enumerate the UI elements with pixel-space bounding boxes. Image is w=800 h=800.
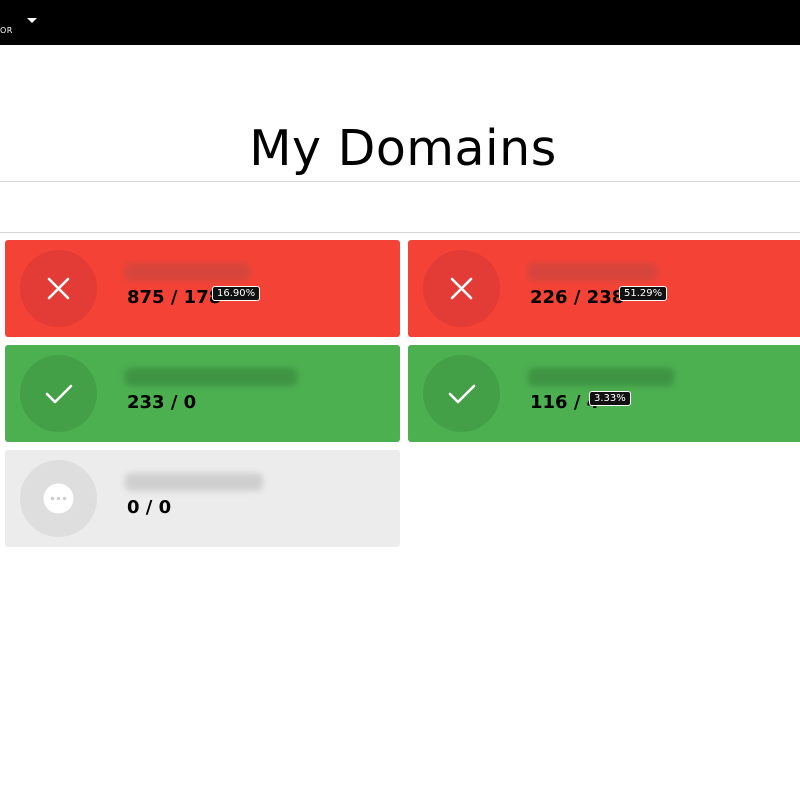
close-icon bbox=[450, 277, 473, 300]
domain-name-redacted bbox=[125, 263, 250, 281]
check-icon bbox=[45, 384, 73, 404]
account-menu-label[interactable]: OR bbox=[0, 26, 13, 35]
more-icon bbox=[43, 483, 74, 514]
caret-down-icon[interactable] bbox=[27, 18, 37, 23]
domain-name-redacted bbox=[528, 263, 658, 281]
percent-badge: 51.29% bbox=[619, 286, 668, 301]
domain-count: 875 / 178 bbox=[127, 287, 222, 308]
domain-count: 0 / 0 bbox=[127, 497, 172, 518]
top-bar: OR bbox=[0, 0, 800, 45]
domain-card[interactable]: 233 / 0 bbox=[5, 345, 400, 442]
status-circle bbox=[423, 250, 500, 327]
close-icon bbox=[47, 277, 70, 300]
page-title: My Domains bbox=[249, 119, 557, 177]
status-circle bbox=[20, 460, 97, 537]
status-circle bbox=[20, 355, 97, 432]
domain-name-redacted bbox=[125, 368, 297, 386]
domain-name-redacted bbox=[528, 368, 674, 386]
percent-badge: 16.90% bbox=[212, 286, 261, 301]
percent-badge: 3.33% bbox=[589, 391, 631, 406]
check-icon bbox=[448, 384, 476, 404]
divider bbox=[0, 181, 800, 182]
domain-card[interactable]: 875 / 178 16.90% bbox=[5, 240, 400, 337]
domain-card[interactable]: 0 / 0 bbox=[5, 450, 400, 547]
status-circle bbox=[423, 355, 500, 432]
divider bbox=[0, 232, 800, 233]
domain-card[interactable]: 116 / 4 3.33% bbox=[408, 345, 800, 442]
domain-name-redacted bbox=[125, 473, 263, 491]
status-circle bbox=[20, 250, 97, 327]
domain-card[interactable]: 226 / 238 51.29% bbox=[408, 240, 800, 337]
domain-count: 233 / 0 bbox=[127, 392, 197, 413]
domain-count: 226 / 238 bbox=[530, 287, 625, 308]
